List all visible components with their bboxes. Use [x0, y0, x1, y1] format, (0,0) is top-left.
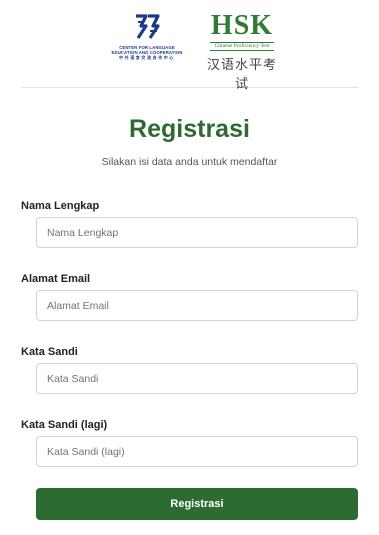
- page-title: Registrasi: [129, 115, 250, 143]
- hsk-logo-title: HSK: [210, 10, 274, 41]
- password-input[interactable]: [36, 363, 358, 394]
- password-label: Kata Sandi: [21, 346, 78, 358]
- hsk-logo: HSK Chinese Proficiency Test 汉语水平考试: [202, 10, 282, 93]
- confirm-password-input[interactable]: [36, 436, 358, 467]
- registration-page: CENTER FOR LANGUAGE EDUCATION AND COOPER…: [21, 0, 358, 520]
- full-name-label: Nama Lengkap: [21, 200, 100, 212]
- hsk-logo-chinese: 汉语水平考试: [206, 58, 277, 92]
- cle-logo: CENTER FOR LANGUAGE EDUCATION AND COOPER…: [92, 12, 202, 60]
- hsk-logo-subtitle: Chinese Proficiency Test: [210, 42, 274, 51]
- register-button[interactable]: Registrasi: [36, 488, 358, 520]
- confirm-password-label: Kata Sandi (lagi): [21, 419, 108, 431]
- cle-emblem-icon: [136, 14, 160, 39]
- email-input[interactable]: [36, 290, 358, 321]
- full-name-input[interactable]: [36, 217, 358, 248]
- email-label: Alamat Email: [21, 273, 91, 285]
- logo-header: CENTER FOR LANGUAGE EDUCATION AND COOPER…: [21, 0, 358, 92]
- page-subtitle: Silakan isi data anda untuk mendaftar: [101, 156, 278, 168]
- cle-name-chinese: 中外语言交流合作中心: [119, 55, 175, 60]
